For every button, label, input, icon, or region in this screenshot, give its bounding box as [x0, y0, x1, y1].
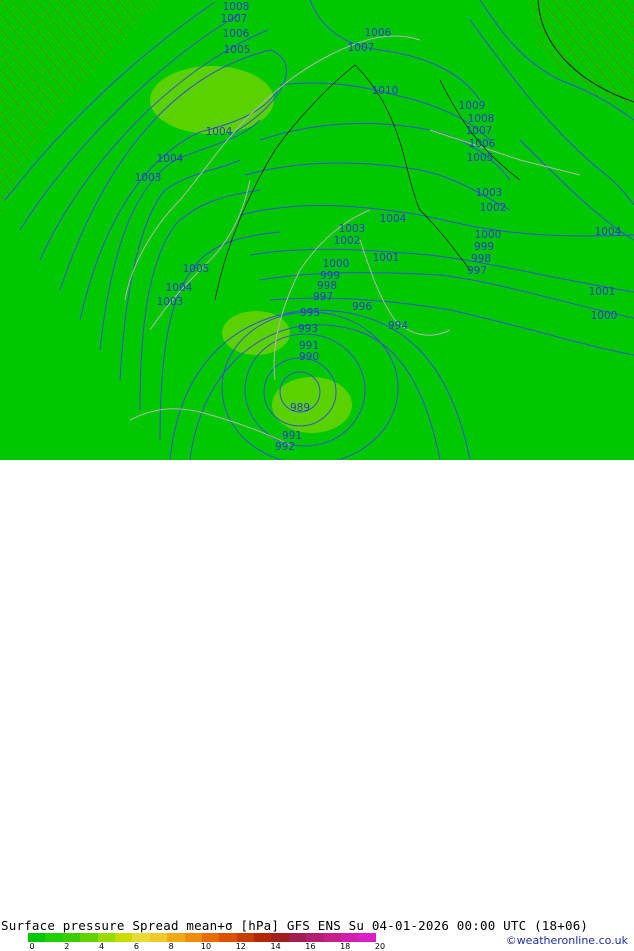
isobar-label: 1009	[459, 100, 486, 112]
colorbar-swatch	[201, 933, 220, 942]
isobar-label: 1008	[223, 1, 250, 13]
isobar-label: 1002	[334, 235, 361, 247]
map-title: Surface pressure Spread mean+σ [hPa] GFS…	[1, 918, 589, 933]
isobar-label: 1003	[135, 172, 162, 184]
isobar-label: 1005	[183, 263, 210, 275]
isobar-label: 1001	[373, 252, 400, 264]
isobar-label: 1006	[469, 138, 496, 150]
isobar-label: 1004	[380, 213, 407, 225]
isobar-label: 1000	[323, 258, 350, 270]
colorbar-ticks: 0 2 4 6 8 10 12 14 16 18 20	[0, 942, 420, 951]
colorbar-tick-label: 20	[374, 942, 386, 951]
isobar-label: 995	[300, 307, 320, 319]
isobar-label: 1000	[591, 310, 618, 322]
colorbar-tick-label: 10	[200, 942, 212, 951]
colorbar-tick-label: 8	[168, 942, 174, 951]
isobar-label: 992	[275, 441, 295, 453]
isobar-label: 999	[474, 241, 494, 253]
colorbar-swatch	[323, 933, 342, 942]
colorbar-tick-label: 14	[270, 942, 281, 951]
colorbar-tick-label: 16	[305, 942, 316, 951]
colorbar-swatch	[219, 933, 237, 942]
isobar-label: 990	[299, 351, 319, 363]
isobar-label: 1007	[466, 125, 493, 137]
colorbar-swatch	[254, 933, 272, 942]
colorbar-swatch	[271, 933, 289, 942]
colorbar-swatch	[167, 933, 185, 942]
isobar-label: 1003	[339, 223, 366, 235]
isobar-label: 1004	[166, 282, 193, 294]
isobar-label: 998	[471, 253, 491, 265]
isobar-label: 1001	[589, 286, 616, 298]
isobar-label: 1004	[595, 226, 622, 238]
isobar-label: 997	[467, 265, 487, 277]
colorbar-swatch	[28, 933, 46, 942]
isobar-label: 1010	[372, 85, 399, 97]
isobar-label: 1002	[480, 202, 507, 214]
isobar-label: 1003	[157, 296, 184, 308]
colorbar-tick-label: 2	[64, 942, 70, 951]
isobar-label: 1005	[224, 44, 251, 56]
isobar-label: 997	[313, 291, 333, 303]
colorbar-swatch	[236, 933, 255, 942]
isobar-label: 1006	[365, 27, 392, 39]
colorbar-swatch	[62, 933, 81, 942]
isobar-label: 1008	[468, 113, 495, 125]
colorbar-swatch	[184, 933, 202, 942]
colorbar-swatch	[358, 933, 376, 942]
colorbar-tick-label: 4	[99, 942, 105, 951]
colorbar-tick-label: 18	[340, 942, 351, 951]
isobar-label: 1006	[223, 28, 250, 40]
spread-patch-sweden	[222, 311, 290, 355]
colorbar-swatch	[306, 933, 324, 942]
isobar-label: 1003	[476, 187, 503, 199]
pressure-spread-map: 1008100710061005100410041003100610071010…	[0, 0, 634, 460]
colorbar-tick-label: 6	[133, 942, 139, 951]
colorbar-swatch	[288, 933, 307, 942]
isobar-label: 994	[388, 320, 408, 332]
colorbar-swatch	[97, 933, 115, 942]
isobar-label: 989	[290, 402, 310, 414]
colorbar-swatch	[114, 933, 133, 942]
colorbar-swatch	[149, 933, 168, 942]
colorbar-swatch	[341, 933, 359, 942]
colorbar-swatch	[132, 933, 150, 942]
isobar-label: 1005	[467, 152, 494, 164]
colorbar	[28, 933, 376, 942]
isobar-label: 1004	[206, 126, 233, 138]
isobar-label: 1007	[348, 42, 375, 54]
colorbar-tick-label: 12	[235, 942, 246, 951]
footer: Surface pressure Spread mean+σ [hPa] GFS…	[0, 460, 634, 951]
isobar-label: 1000	[475, 229, 502, 241]
credit-link[interactable]: ©weatheronline.co.uk	[506, 934, 628, 947]
colorbar-swatch	[80, 933, 98, 942]
isobar-label: 1007	[221, 13, 248, 25]
isobar-label: 996	[352, 301, 372, 313]
colorbar-tick-label: 0	[29, 942, 35, 951]
isobar-label: 1004	[157, 153, 184, 165]
colorbar-swatch	[45, 933, 63, 942]
isobar-label: 993	[298, 323, 318, 335]
